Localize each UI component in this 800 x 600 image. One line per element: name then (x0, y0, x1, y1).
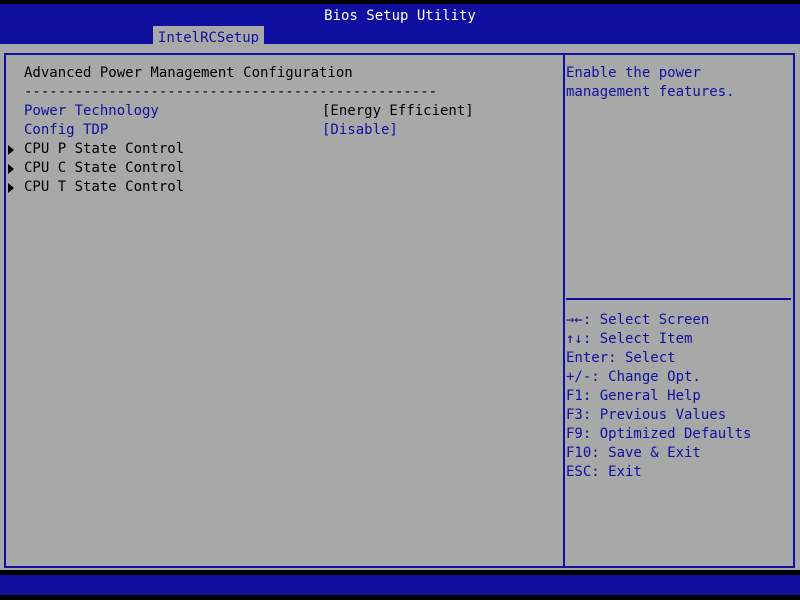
key-hint-esc-exit: ESC: Exit (566, 464, 642, 480)
key-hint-optimized-defaults: F9: Optimized Defaults (566, 426, 752, 442)
submenu-arrow-icon (8, 164, 14, 174)
main-area: Advanced Power Management Configuration … (0, 44, 800, 570)
section-title: Advanced Power Management Configuration (24, 65, 353, 81)
submenu-arrow-icon (8, 183, 14, 193)
help-divider (566, 298, 791, 300)
title-bar: Bios Setup Utility IntelRCSetup (0, 4, 800, 48)
key-hint-previous-values: F3: Previous Values (566, 407, 727, 423)
setting-power-technology-label[interactable]: Power Technology (24, 102, 159, 121)
bios-title: Bios Setup Utility (324, 8, 476, 24)
key-hint-save-exit: F10: Save & Exit (566, 445, 701, 461)
help-text-line: Enable the power (566, 65, 701, 81)
key-hint-select-item: ↑↓: Select Item (566, 331, 693, 347)
submenu-cpu-t-state[interactable]: CPU T State Control (24, 178, 184, 197)
setting-power-technology-value[interactable]: [Energy Efficient] (322, 102, 474, 121)
help-panel: Enable the power management features. →←… (563, 53, 795, 568)
section-separator: ----------------------------------------… (24, 84, 438, 100)
footer-bar (0, 575, 800, 595)
key-hint-select-screen: →←: Select Screen (566, 312, 710, 328)
key-hint-change-opt: +/-: Change Opt. (566, 369, 701, 385)
settings-panel: Advanced Power Management Configuration … (4, 53, 565, 568)
help-text-line: management features. (566, 84, 735, 100)
setting-config-tdp-value[interactable]: [Disable] (322, 121, 398, 140)
submenu-arrow-icon (8, 145, 14, 155)
key-hint-enter: Enter: Select (566, 350, 676, 366)
setting-config-tdp-label[interactable]: Config TDP (24, 121, 108, 140)
submenu-cpu-p-state[interactable]: CPU P State Control (24, 140, 184, 159)
key-hint-general-help: F1: General Help (566, 388, 701, 404)
submenu-cpu-c-state[interactable]: CPU C State Control (24, 159, 184, 178)
